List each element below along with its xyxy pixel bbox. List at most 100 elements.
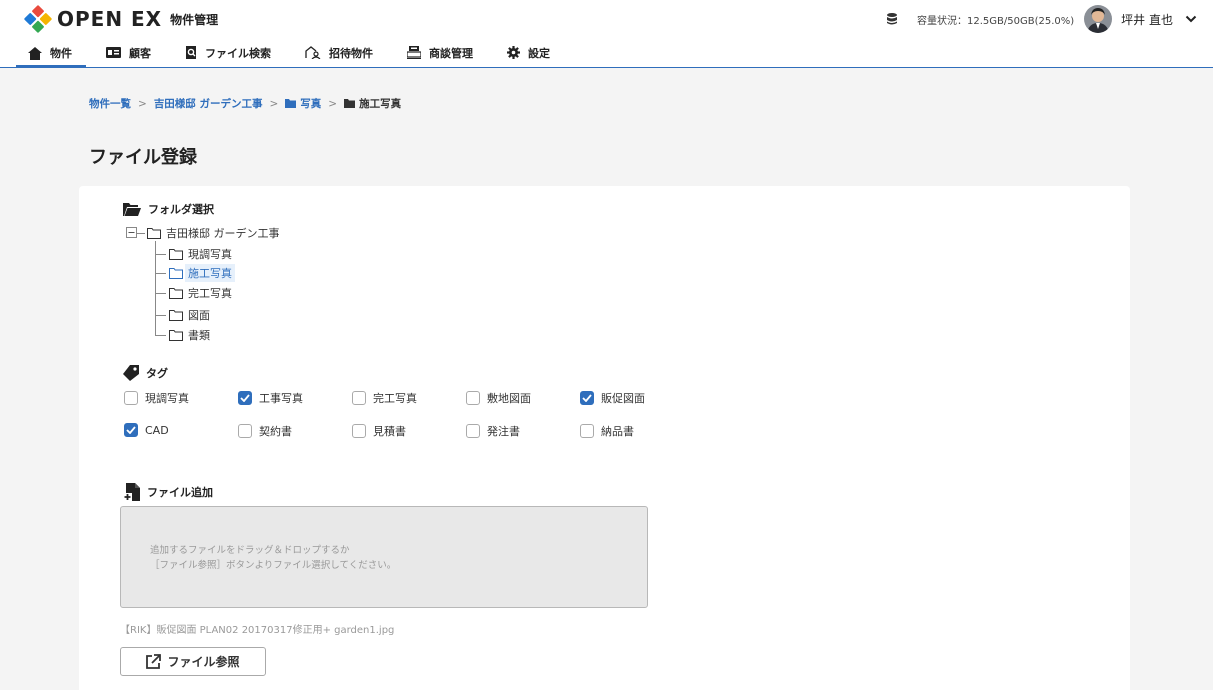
page-title: ファイル登録 [89,147,197,168]
tag-label: 販促図面 [601,392,645,405]
tree-item-label: 完工写真 [188,287,232,300]
breadcrumb-property-list[interactable]: 物件一覧 [89,96,131,111]
top-header: OPEN EX 物件管理 容量状況：12.5GB/50GB(25.0%) 坪井 … [0,0,1213,68]
tree-item[interactable]: 完工写真 [169,284,232,302]
nav-label: 商談管理 [429,46,473,60]
tag-checkbox[interactable]: 見積書 [352,423,406,439]
register-icon [407,46,421,59]
folder-icon [285,99,297,108]
checkbox[interactable] [124,391,138,405]
folder-open-icon [123,202,141,216]
folder-outline-icon [147,227,161,239]
checkbox-checked[interactable] [238,391,252,405]
breadcrumb-current: 施工写真 [359,98,402,110]
folder-outline-icon [169,309,183,321]
user-name[interactable]: 坪井 直也 [1121,11,1173,28]
tag-checkbox[interactable]: 完工写真 [352,390,417,406]
tag-checkbox[interactable]: 納品書 [580,423,634,439]
folder-outline-icon [169,267,183,279]
nav-item-file-search[interactable]: ファイル検索 [173,38,285,67]
tag-label: 完工写真 [373,392,417,405]
browse-file-label: ファイル参照 [167,655,240,669]
nav-label: 設定 [528,46,550,60]
tree-item[interactable]: 現調写真 [169,245,232,263]
nav-label: ファイル検索 [205,46,271,60]
home-icon [28,46,42,60]
checkbox[interactable] [466,424,480,438]
checkbox-checked[interactable] [124,423,138,437]
app-subtitle: 物件管理 [170,12,219,27]
tree-item-label: 書類 [188,329,210,342]
nav-item-deals[interactable]: 商談管理 [395,38,487,67]
tag-label: 見積書 [373,425,406,438]
logo-mark-icon [23,4,53,34]
tree-item-label: 図面 [188,309,210,322]
nav-label: 物件 [50,47,72,60]
breadcrumb: 物件一覧 > 吉田様邸 ガーデン工事 > 写真 > 施工写真 [89,96,401,111]
nav-item-settings[interactable]: 設定 [495,38,564,67]
app-logo[interactable]: OPEN EX 物件管理 [23,4,219,34]
tag-checkbox[interactable]: 販促図面 [580,390,645,406]
file-search-icon [186,46,196,59]
folder-outline-icon [169,287,183,299]
checkbox[interactable] [238,424,252,438]
file-add-icon [123,483,140,501]
tag-checkbox[interactable]: 敷地図面 [466,390,531,406]
id-card-icon [106,47,121,58]
tag-label: 工事写真 [259,392,303,405]
storage-capacity: 容量状況：12.5GB/50GB(25.0%) [917,15,1075,27]
tag-checkbox[interactable]: 発注書 [466,423,520,439]
tag-checkbox[interactable]: CAD [124,423,169,437]
app-name: OPEN EX [57,7,163,31]
nav-item-invited[interactable]: 招待物件 [293,38,387,67]
tree-item-label: 施工写真 [185,264,235,282]
checkbox[interactable] [352,391,366,405]
tree-root-label: 吉田様邸 ガーデン工事 [166,227,280,240]
tag-section-title: タグ [123,365,168,381]
checkbox[interactable] [580,424,594,438]
tree-item-selected[interactable]: 施工写真 [169,264,235,282]
selected-file-name: 【RIK】販促図面 PLAN02 20170317修正用+ garden1.jp… [120,625,395,636]
checkbox-checked[interactable] [580,391,594,405]
tag-checkbox[interactable]: 工事写真 [238,390,303,406]
tag-label: 納品書 [601,425,634,438]
breadcrumb-separator: > [269,97,279,110]
breadcrumb-property[interactable]: 吉田様邸 ガーデン工事 [154,96,263,111]
tag-label: 発注書 [487,425,520,438]
check-icon [126,426,136,434]
tree-root[interactable]: 吉田様邸 ガーデン工事 [147,224,280,242]
folder-outline-icon [169,329,183,341]
tag-section-label: タグ [146,367,168,380]
chevron-down-icon[interactable] [1185,15,1197,23]
avatar[interactable] [1084,5,1113,33]
folder-icon [344,99,356,108]
checkbox[interactable] [466,391,480,405]
dropzone-hint-line1: 追加するファイルをドラッグ＆ドロップするか [150,545,350,556]
tree-item[interactable]: 書類 [169,326,210,344]
breadcrumb-photos[interactable]: 写真 [300,96,321,111]
nav-item-customers[interactable]: 顧客 [94,38,165,67]
check-icon [240,394,250,402]
tag-checkbox[interactable]: 契約書 [238,423,292,439]
file-dropzone[interactable]: 追加するファイルをドラッグ＆ドロップするか ［ファイル参照］ボタンよりファイル選… [120,506,648,608]
nav-label: 招待物件 [329,46,373,60]
collapse-icon[interactable] [126,227,137,238]
tag-icon [123,365,139,381]
folder-section-label: フォルダ選択 [148,203,214,216]
checkbox[interactable] [352,424,366,438]
tag-label: 契約書 [259,425,292,438]
breadcrumb-separator: > [138,97,147,110]
file-section-label: ファイル追加 [147,486,213,499]
check-icon [582,394,592,402]
breadcrumb-separator: > [328,97,338,110]
main-nav: 物件 顧客 ファイル検索 招待物件 商談管理 設定 [16,38,572,68]
external-link-icon [146,654,162,669]
dropzone-hint-line2: ［ファイル参照］ボタンよりファイル選択してください。 [150,560,397,571]
tag-checkbox[interactable]: 現調写真 [124,390,189,406]
folder-section-title: フォルダ選択 [123,201,214,217]
tree-item[interactable]: 図面 [169,306,210,324]
nav-item-properties[interactable]: 物件 [16,38,86,68]
browse-file-button[interactable]: ファイル参照 [120,647,266,676]
gear-icon [507,46,520,59]
nav-label: 顧客 [129,46,151,60]
